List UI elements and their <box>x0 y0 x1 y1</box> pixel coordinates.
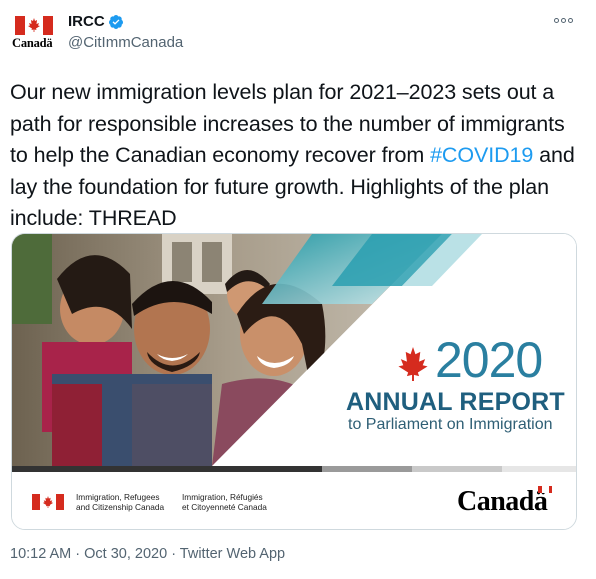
avatar[interactable]: Canadä <box>12 12 56 54</box>
author-name-row[interactable]: IRCC <box>68 13 124 30</box>
dept-fr-line1: Immigration, Réfugiés <box>182 492 263 502</box>
canada-flag-icon <box>15 16 53 35</box>
wordmark-flag-icon <box>538 486 552 493</box>
hashtag-link[interactable]: #COVID19 <box>430 143 533 167</box>
display-name[interactable]: IRCC <box>68 13 105 30</box>
tweet-media-image[interactable]: 2020 ANNUAL REPORT to Parliament on Immi… <box>11 233 577 530</box>
author-handle[interactable]: @CitImmCanada <box>68 34 183 51</box>
maple-leaf-icon <box>42 496 54 508</box>
report-subtitle: to Parliament on Immigration <box>348 416 553 433</box>
department-name-french: Immigration, Réfugiés et Citoyenneté Can… <box>182 492 267 512</box>
report-title: ANNUAL REPORT <box>346 388 565 416</box>
maple-leaf-icon <box>28 18 40 32</box>
department-name-english: Immigration, Refugees and Citizenship Ca… <box>76 492 164 512</box>
maple-leaf-icon <box>398 347 428 381</box>
tweet-text: Our new immigration levels plan for 2021… <box>10 77 580 235</box>
canada-flag-icon <box>32 494 64 510</box>
dept-en-line2: and Citizenship Canada <box>76 502 165 512</box>
report-year: 2020 <box>435 332 543 388</box>
government-footer: Immigration, Refugees and Citizenship Ca… <box>12 472 576 529</box>
dept-fr-line2: et Citoyenneté Canada <box>182 502 267 512</box>
tweet-timestamp[interactable]: 10:12 AM · Oct 30, 2020 · Twitter Web Ap… <box>10 546 285 562</box>
dept-en-line1: Immigration, Refugees <box>76 492 160 502</box>
canada-wordmark: Canadä <box>457 486 548 517</box>
more-options-icon[interactable] <box>554 14 576 26</box>
avatar-wordmark: Canadä <box>12 36 53 50</box>
verified-badge-icon <box>108 14 123 29</box>
